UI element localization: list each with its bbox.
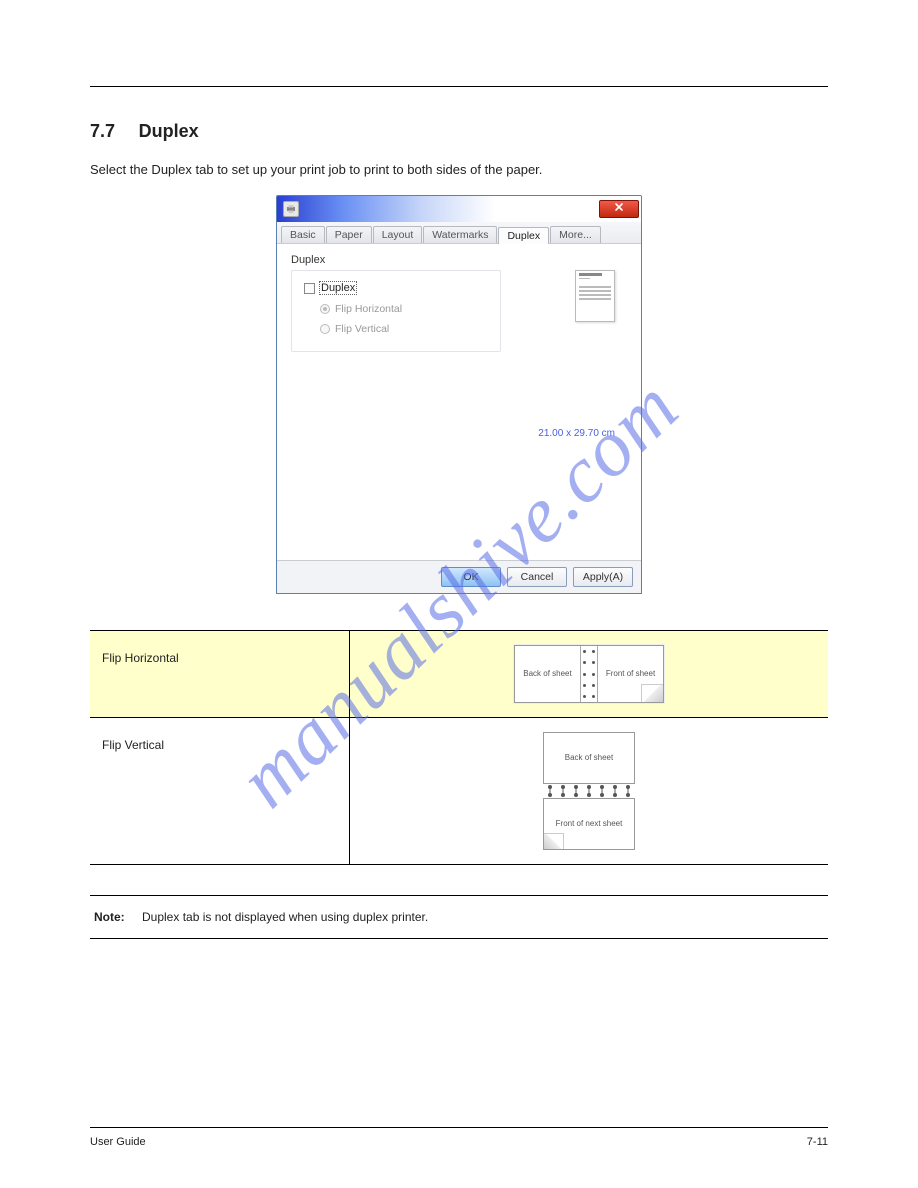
note-block: Note: Duplex tab is not displayed when u…	[90, 895, 828, 939]
note-label: Note:	[94, 910, 142, 924]
radio-label-horizontal: Flip Horizontal	[335, 303, 402, 315]
diagram-front-text: Front of sheet	[606, 670, 655, 679]
tab-layout[interactable]: Layout	[373, 226, 423, 243]
binding-spine-icon	[580, 646, 598, 702]
ok-button[interactable]: OK	[441, 567, 501, 587]
footer-left: User Guide	[90, 1136, 146, 1148]
book-horizontal-icon: Back of sheet Front of sheet	[514, 645, 664, 703]
printer-icon	[283, 201, 299, 217]
diagram-front-label: Front of next sheet	[543, 798, 635, 850]
book-vertical-icon: Back of sheet Front of next sheet	[543, 732, 635, 850]
dialog-titlebar	[277, 196, 641, 222]
radio-flip-horizontal[interactable]: Flip Horizontal	[320, 303, 488, 315]
diagram-back-label: Back of sheet	[515, 646, 580, 702]
radio-icon[interactable]	[320, 304, 330, 314]
row-flip-vertical-label: Flip Vertical	[90, 718, 350, 864]
duplex-group: Duplex Flip Horizontal Flip Vertical	[291, 270, 501, 352]
cancel-button[interactable]: Cancel	[507, 567, 567, 587]
page-footer: User Guide 7-11	[90, 1127, 828, 1148]
note-divider-bottom	[90, 938, 828, 939]
tab-watermarks[interactable]: Watermarks	[423, 226, 497, 243]
close-button[interactable]	[599, 200, 639, 218]
header-divider	[90, 86, 828, 87]
radio-icon[interactable]	[320, 324, 330, 334]
tab-paper[interactable]: Paper	[326, 226, 372, 243]
radio-flip-vertical[interactable]: Flip Vertical	[320, 323, 488, 335]
row-flip-vertical-diagram: Back of sheet Front of next sheet	[350, 718, 828, 864]
section-heading-row: 7.7 Duplex	[90, 121, 828, 142]
table-row: Flip Vertical Back of sheet Front of nex…	[90, 718, 828, 865]
dialog-footer: OK Cancel Apply(A)	[277, 560, 641, 593]
tab-more[interactable]: More...	[550, 226, 601, 243]
table-row: Flip Horizontal Back of sheet Front of s…	[90, 631, 828, 718]
page-preview	[575, 270, 615, 322]
apply-button[interactable]: Apply(A)	[573, 567, 633, 587]
dialog-content: Duplex Duplex Flip Horizontal Flip Verti…	[277, 244, 641, 560]
duplex-checkbox-row[interactable]: Duplex	[304, 281, 488, 295]
paper-dimensions: 21.00 x 29.70 cm	[538, 428, 615, 439]
row-flip-horizontal-diagram: Back of sheet Front of sheet	[350, 631, 828, 717]
row-flip-horizontal-label: Flip Horizontal	[90, 631, 350, 717]
flip-mode-table: Flip Horizontal Back of sheet Front of s…	[90, 630, 828, 865]
diagram-front-label: Front of sheet	[598, 646, 663, 702]
checkbox-icon[interactable]	[304, 283, 315, 294]
diagram-back-label: Back of sheet	[543, 732, 635, 784]
binding-spine-icon	[543, 784, 635, 798]
footer-right: 7-11	[807, 1136, 828, 1148]
tab-basic[interactable]: Basic	[281, 226, 325, 243]
section-title: Duplex	[139, 121, 199, 141]
intro-paragraph: Select the Duplex tab to set up your pri…	[90, 162, 828, 177]
radio-label-vertical: Flip Vertical	[335, 323, 389, 335]
page-curl-icon	[641, 684, 663, 702]
diagram-front-text: Front of next sheet	[556, 819, 623, 828]
duplex-group-title: Duplex	[291, 254, 631, 266]
duplex-checkbox-label: Duplex	[319, 281, 357, 295]
tab-duplex[interactable]: Duplex	[498, 227, 549, 244]
note-body: Duplex tab is not displayed when using d…	[142, 910, 428, 924]
page-curl-icon	[544, 833, 564, 849]
printer-properties-dialog: Basic Paper Layout Watermarks Duplex Mor…	[276, 195, 642, 594]
tab-strip: Basic Paper Layout Watermarks Duplex Mor…	[277, 222, 641, 244]
section-number: 7.7	[90, 121, 115, 141]
